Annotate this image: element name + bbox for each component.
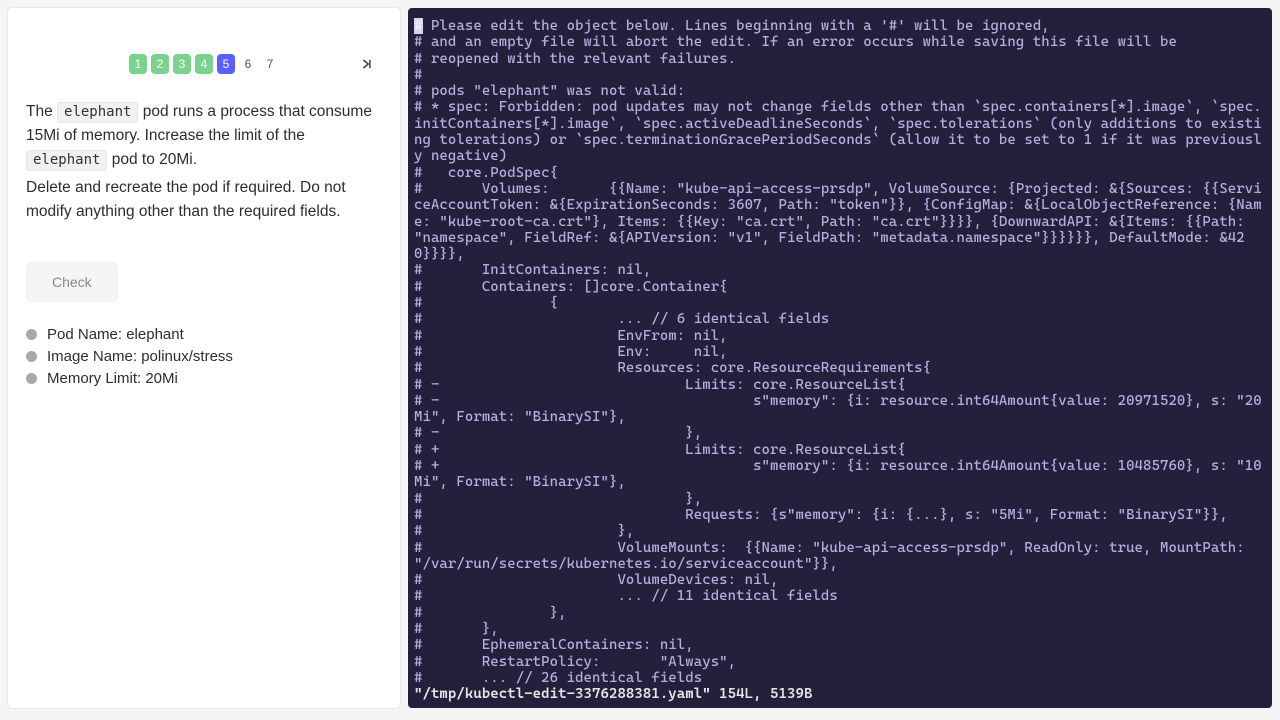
- criteria-label: Pod Name: elephant: [47, 326, 184, 343]
- terminal-line: # Requests: {s"memory": {i: {...}, s: "5…: [414, 507, 1266, 523]
- terminal-line: # - },: [414, 425, 1266, 441]
- terminal-line: #: [414, 67, 1266, 83]
- terminal-line: # + Limits: core.ResourceList{: [414, 442, 1266, 458]
- page-root: 1 2 3 4 5 6 7 The elephant pod runs a pr…: [0, 0, 1280, 720]
- page-7[interactable]: 7: [261, 54, 279, 74]
- criteria-label: Memory Limit: 20Mi: [47, 370, 178, 387]
- instructions-paragraph-2: Delete and recreate the pod if required.…: [26, 176, 382, 224]
- list-item: Memory Limit: 20Mi: [26, 370, 382, 387]
- terminal-line: # ... // 6 identical fields: [414, 311, 1266, 327]
- terminal-line: # reopened with the relevant failures.: [414, 51, 1266, 67]
- status-dot-icon: [26, 373, 37, 384]
- instructions: The elephant pod runs a process that con…: [26, 100, 382, 224]
- question-panel: 1 2 3 4 5 6 7 The elephant pod runs a pr…: [8, 8, 400, 708]
- page-6[interactable]: 6: [239, 54, 257, 74]
- terminal-line: # Containers: []core.Container{: [414, 279, 1266, 295]
- terminal-line: # pods "elephant" was not valid:: [414, 83, 1266, 99]
- list-item: Image Name: polinux/stress: [26, 348, 382, 365]
- terminal-line: # EphemeralContainers: nil,: [414, 637, 1266, 653]
- page-2[interactable]: 2: [151, 54, 169, 74]
- terminal-line: # RestartPolicy: "Always",: [414, 654, 1266, 670]
- terminal-line: # Resources: core.ResourceRequirements{: [414, 360, 1266, 376]
- page-4[interactable]: 4: [195, 54, 213, 74]
- page-5[interactable]: 5: [217, 54, 235, 74]
- code-elephant-1: elephant: [57, 102, 138, 123]
- list-item: Pod Name: elephant: [26, 326, 382, 343]
- check-button[interactable]: Check: [26, 262, 118, 302]
- terminal-line: # },: [414, 621, 1266, 637]
- status-dot-icon: [26, 351, 37, 362]
- code-elephant-2: elephant: [26, 150, 107, 171]
- terminal-line: # VolumeMounts: {{Name: "kube-api-access…: [414, 540, 1266, 573]
- terminal-status-line: "/tmp/kubectl-edit-3376288381.yaml" 154L…: [414, 686, 1266, 702]
- terminal-line: # core.PodSpec{: [414, 165, 1266, 181]
- terminal-line: # EnvFrom: nil,: [414, 328, 1266, 344]
- terminal-line: # {: [414, 295, 1266, 311]
- terminal-line: # - Limits: core.ResourceList{: [414, 377, 1266, 393]
- pagination: 1 2 3 4 5 6 7: [26, 54, 382, 74]
- terminal-line: # ... // 26 identical fields: [414, 670, 1266, 686]
- terminal-line: # },: [414, 491, 1266, 507]
- terminal-line: # ... // 11 identical fields: [414, 588, 1266, 604]
- terminal[interactable]: # Please edit the object below. Lines be…: [408, 8, 1272, 708]
- terminal-line: # - s"memory": {i: resource.int64Amount{…: [414, 393, 1266, 426]
- criteria-label: Image Name: polinux/stress: [47, 348, 233, 365]
- terminal-line: # * spec: Forbidden: pod updates may not…: [414, 99, 1266, 164]
- page-1[interactable]: 1: [129, 54, 147, 74]
- text: The: [26, 103, 57, 120]
- terminal-line: # VolumeDevices: nil,: [414, 572, 1266, 588]
- terminal-line: # Env: nil,: [414, 344, 1266, 360]
- text: pod to 20Mi.: [107, 151, 197, 168]
- instructions-paragraph-1: The elephant pod runs a process that con…: [26, 100, 382, 172]
- page-3[interactable]: 3: [173, 54, 191, 74]
- terminal-line: # InitContainers: nil,: [414, 262, 1266, 278]
- terminal-line: # },: [414, 523, 1266, 539]
- criteria-list: Pod Name: elephant Image Name: polinux/s…: [26, 326, 382, 387]
- terminal-line: # Volumes: {{Name: "kube-api-access-prsd…: [414, 181, 1266, 262]
- terminal-line: # + s"memory": {i: resource.int64Amount{…: [414, 458, 1266, 491]
- terminal-line: # and an empty file will abort the edit.…: [414, 34, 1266, 50]
- terminal-line: # },: [414, 605, 1266, 621]
- terminal-cursor: [414, 18, 423, 34]
- terminal-content: # Please edit the object below. Lines be…: [414, 18, 1266, 702]
- terminal-line: # Please edit the object below. Lines be…: [414, 18, 1266, 34]
- skip-end-icon[interactable]: [356, 53, 378, 75]
- status-dot-icon: [26, 329, 37, 340]
